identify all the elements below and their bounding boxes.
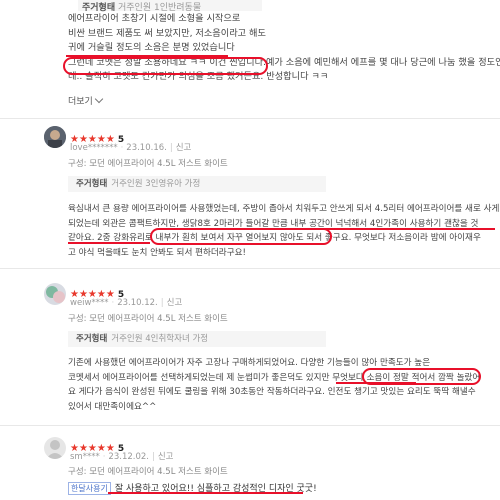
- divider: [0, 425, 500, 426]
- review-tag-badge: 한달사용기: [68, 482, 111, 495]
- review-line: 고 야식 먹을때도 눈치 안봐도 되서 편하더라구요!: [68, 247, 246, 258]
- avatar: [44, 126, 66, 148]
- avatar-image: [44, 437, 66, 459]
- review-date: 23.12.02.: [108, 452, 149, 462]
- housing-value: 거주인원 3인영유아 가정: [111, 179, 201, 189]
- chevron-down-icon: [94, 94, 104, 104]
- review-body: 기존에 사용했던 에어프라이어가 자주 고장나 구매하게되었어요. 다양한 기능…: [68, 356, 480, 414]
- housing-value: 거주인원 4인취학자녀 가정: [111, 334, 209, 344]
- housing-info-box: 주거형태 거주인원 4인취학자녀 가정: [68, 331, 326, 347]
- username: weiw****: [70, 298, 109, 308]
- review-line: 육심내서 큰 용량 에어프라이어를 사용했었는데, 주방이 좁아서 치워두고 안…: [68, 204, 500, 214]
- review-date: 23.10.16.: [126, 143, 167, 153]
- review-line-cont: 예가 소음에 예민해서 에프를 몇 대나 당근에 나눔 했을 정도인: [265, 56, 500, 68]
- more-button[interactable]: 더보기: [68, 94, 104, 107]
- review-meta: sm**** · 23.12.02. | 신고: [70, 452, 174, 462]
- avatar: [44, 283, 66, 305]
- report-link[interactable]: 신고: [176, 143, 192, 153]
- divider: [0, 118, 500, 119]
- review-line: 있어서 대만족이에요^^: [68, 401, 157, 412]
- product-option: 구성: 모던 에어프라이어 4.5L 저스트 화이트: [68, 314, 228, 324]
- review-date: 23.10.12.: [117, 298, 158, 308]
- housing-label: 주거형태: [76, 179, 108, 189]
- red-circle-annotation: [150, 228, 332, 245]
- more-label: 더보기: [68, 97, 93, 107]
- avatar: [44, 437, 66, 459]
- avatar-image: [44, 283, 66, 305]
- report-link[interactable]: 신고: [158, 452, 174, 462]
- housing-label: 주거형태: [76, 334, 108, 344]
- product-option: 구성: 모던 에어프라이어 4.5L 저스트 화이트: [68, 467, 228, 477]
- report-link[interactable]: 신고: [167, 298, 183, 308]
- review-meta: weiw**** · 23.10.12. | 신고: [70, 298, 183, 308]
- avatar-image: [44, 126, 66, 148]
- review-line: 귀에 거슬릴 정도의 소음은 분명 있었습니다: [68, 42, 235, 53]
- username: sm****: [70, 452, 100, 462]
- review-line: 비싼 브랜드 제품도 써 보았지만, 저소음이라고 해도: [68, 27, 266, 39]
- review-meta: love******* · 23.10.16. | 신고: [70, 143, 192, 153]
- username: love*******: [70, 143, 118, 153]
- red-underline-annotation: [108, 492, 303, 494]
- housing-info-box: 주거형태 거주인원 1인반려동물: [78, 0, 262, 13]
- red-circle-annotation: [63, 57, 268, 75]
- review-line: 요 게다가 음식이 완성된 뒤에도 쿨링을 위해 30초동안 작동하더라구요. …: [68, 387, 476, 397]
- product-option: 구성: 모던 에어프라이어 4.5L 저스트 화이트: [68, 159, 228, 169]
- red-circle-annotation: [362, 368, 481, 385]
- red-underline-annotation: [68, 242, 150, 244]
- review-line: 에어프라이어 초창기 시절에 소형을 시작으로: [68, 13, 241, 24]
- divider: [0, 268, 500, 269]
- housing-info-box: 주거형태 거주인원 3인영유아 가정: [68, 176, 326, 192]
